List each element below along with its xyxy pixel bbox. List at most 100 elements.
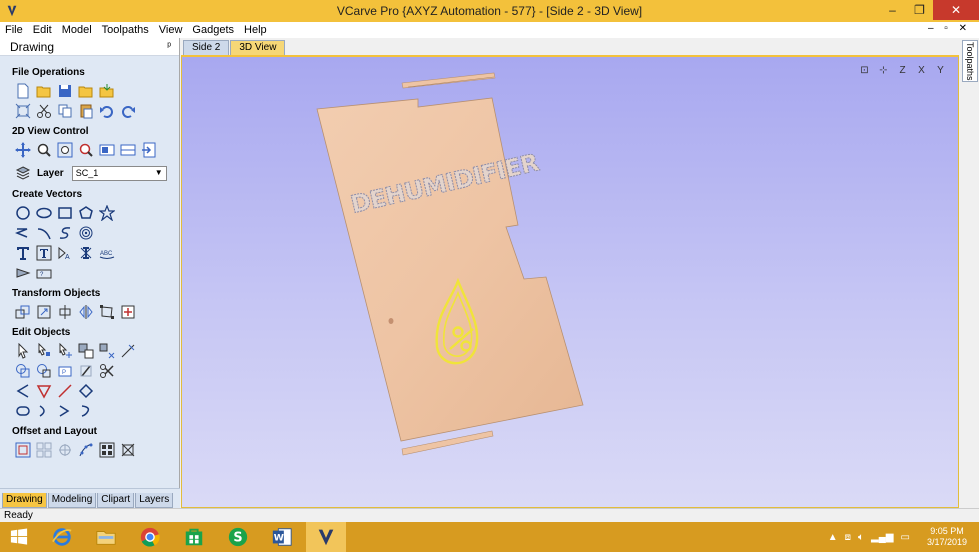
move-icon[interactable]	[12, 303, 33, 321]
draw-curve-icon[interactable]	[54, 224, 75, 242]
menu-gadgets[interactable]: Gadgets	[192, 24, 234, 36]
iso-view-icon[interactable]: ⊹	[874, 63, 893, 78]
zoom-extents-icon[interactable]: ⊡	[855, 63, 874, 78]
merge-icon[interactable]	[117, 441, 138, 459]
menu-help[interactable]: Help	[244, 24, 267, 36]
select-icon[interactable]	[12, 342, 33, 360]
draw-text-icon[interactable]	[12, 244, 33, 262]
tab-drawing[interactable]: Drawing	[2, 493, 47, 508]
show-hidden-icons-icon[interactable]: ▲	[828, 532, 838, 543]
menu-view[interactable]: View	[159, 24, 183, 36]
array-icon[interactable]	[33, 441, 54, 459]
view-z-icon[interactable]: Z	[893, 63, 912, 78]
text-on-curve-icon[interactable]	[33, 244, 54, 262]
center-icon[interactable]	[117, 303, 138, 321]
cut-icon[interactable]	[33, 102, 54, 120]
tab-3d-view[interactable]: 3D View	[230, 40, 286, 55]
fillet-icon[interactable]	[12, 382, 33, 400]
draw-ellipse-icon[interactable]	[33, 204, 54, 222]
word-icon[interactable]: W	[262, 522, 302, 552]
view-3d-icon[interactable]	[138, 141, 159, 159]
layer-icon[interactable]	[12, 164, 33, 182]
skype-icon[interactable]: S	[218, 522, 258, 552]
minimize-button[interactable]: –	[879, 0, 906, 20]
auto-layout-text-icon[interactable]: A	[54, 244, 75, 262]
draw-spiral-icon[interactable]	[75, 224, 96, 242]
text-arc-icon[interactable]	[75, 244, 96, 262]
mirror-icon[interactable]	[75, 303, 96, 321]
distort-icon[interactable]	[96, 303, 117, 321]
bezier-icon[interactable]	[75, 402, 96, 420]
chrome-icon[interactable]	[130, 522, 170, 552]
close-vector-icon[interactable]	[33, 402, 54, 420]
new-file-icon[interactable]	[12, 82, 33, 100]
job-setup-icon[interactable]	[12, 102, 33, 120]
copy-along-vector-icon[interactable]	[75, 441, 96, 459]
draw-rectangle-icon[interactable]	[54, 204, 75, 222]
action-center-icon[interactable]: ▭	[901, 532, 910, 543]
ungroup-icon[interactable]	[96, 342, 117, 360]
signal-icon[interactable]: ▂▄▆	[871, 532, 893, 543]
abc-arc-icon[interactable]: ABC	[96, 244, 117, 262]
view-x-icon[interactable]: X	[912, 63, 931, 78]
extend-icon[interactable]	[54, 382, 75, 400]
volume-icon[interactable]: 🔈︎	[858, 532, 864, 543]
zoom-icon[interactable]	[33, 141, 54, 159]
offset-icon[interactable]	[12, 441, 33, 459]
draw-star-icon[interactable]	[96, 204, 117, 222]
set-size-icon[interactable]	[33, 303, 54, 321]
menu-file[interactable]: File	[5, 24, 23, 36]
weld-icon[interactable]	[12, 362, 33, 380]
align-icon[interactable]	[54, 303, 75, 321]
trim-icon[interactable]	[117, 342, 138, 360]
tab-clipart[interactable]: Clipart	[97, 493, 135, 508]
interactive-transform-icon[interactable]	[54, 342, 75, 360]
circular-array-icon[interactable]	[54, 441, 75, 459]
pan-icon[interactable]	[12, 141, 33, 159]
taskbar-clock[interactable]: 9:05 PM 3/17/2019	[927, 526, 967, 548]
group-icon[interactable]	[75, 342, 96, 360]
draw-polygon-icon[interactable]	[75, 204, 96, 222]
save-file-icon[interactable]	[54, 82, 75, 100]
network-icon[interactable]: ⧈	[845, 532, 851, 543]
file-explorer-icon[interactable]	[86, 522, 126, 552]
3d-viewport[interactable]: DEHUMIDIFIER ⊡ ⊹ Z X Y	[181, 55, 959, 508]
offset-shape-icon[interactable]	[75, 382, 96, 400]
draw-circle-icon[interactable]	[12, 204, 33, 222]
chamfer-icon[interactable]	[33, 382, 54, 400]
start-button[interactable]	[0, 522, 38, 552]
undo-icon[interactable]	[96, 102, 117, 120]
scissors-icon[interactable]	[96, 362, 117, 380]
join-icon[interactable]	[75, 362, 96, 380]
subtract-icon[interactable]	[33, 362, 54, 380]
menu-model[interactable]: Model	[62, 24, 92, 36]
open-file-icon[interactable]	[33, 82, 54, 100]
internet-explorer-icon[interactable]	[42, 522, 82, 552]
tab-layers[interactable]: Layers	[135, 493, 174, 508]
view-y-icon[interactable]: Y	[931, 63, 950, 78]
vcarve-taskbar-icon[interactable]	[306, 522, 346, 552]
nesting-icon[interactable]	[96, 441, 117, 459]
layer-select[interactable]: SC_1 ▼	[71, 165, 167, 181]
tab-side-2[interactable]: Side 2	[183, 40, 230, 55]
paste-icon[interactable]	[75, 102, 96, 120]
tab-modeling[interactable]: Modeling	[47, 493, 97, 508]
pin-icon[interactable]: ᵖ	[167, 41, 171, 52]
zoom-selected-icon[interactable]	[75, 141, 96, 159]
view-2d-icon[interactable]	[96, 141, 117, 159]
zoom-fit-icon[interactable]	[54, 141, 75, 159]
redo-icon[interactable]	[117, 102, 138, 120]
import-icon[interactable]	[96, 82, 117, 100]
measure-icon[interactable]: ?	[33, 264, 54, 282]
view-split-icon[interactable]	[117, 141, 138, 159]
draw-arc-icon[interactable]	[33, 224, 54, 242]
node-edit-icon[interactable]	[33, 342, 54, 360]
intersect-icon[interactable]: P	[54, 362, 75, 380]
curve-fit-icon[interactable]	[54, 402, 75, 420]
mdi-window-controls[interactable]: – ▫ ✕	[928, 23, 971, 34]
draw-polyline-icon[interactable]	[12, 224, 33, 242]
copy-icon[interactable]	[54, 102, 75, 120]
restore-button[interactable]: ❐	[906, 0, 933, 20]
3d-scene[interactable]: DEHUMIDIFIER	[182, 57, 959, 508]
store-icon[interactable]	[174, 522, 214, 552]
